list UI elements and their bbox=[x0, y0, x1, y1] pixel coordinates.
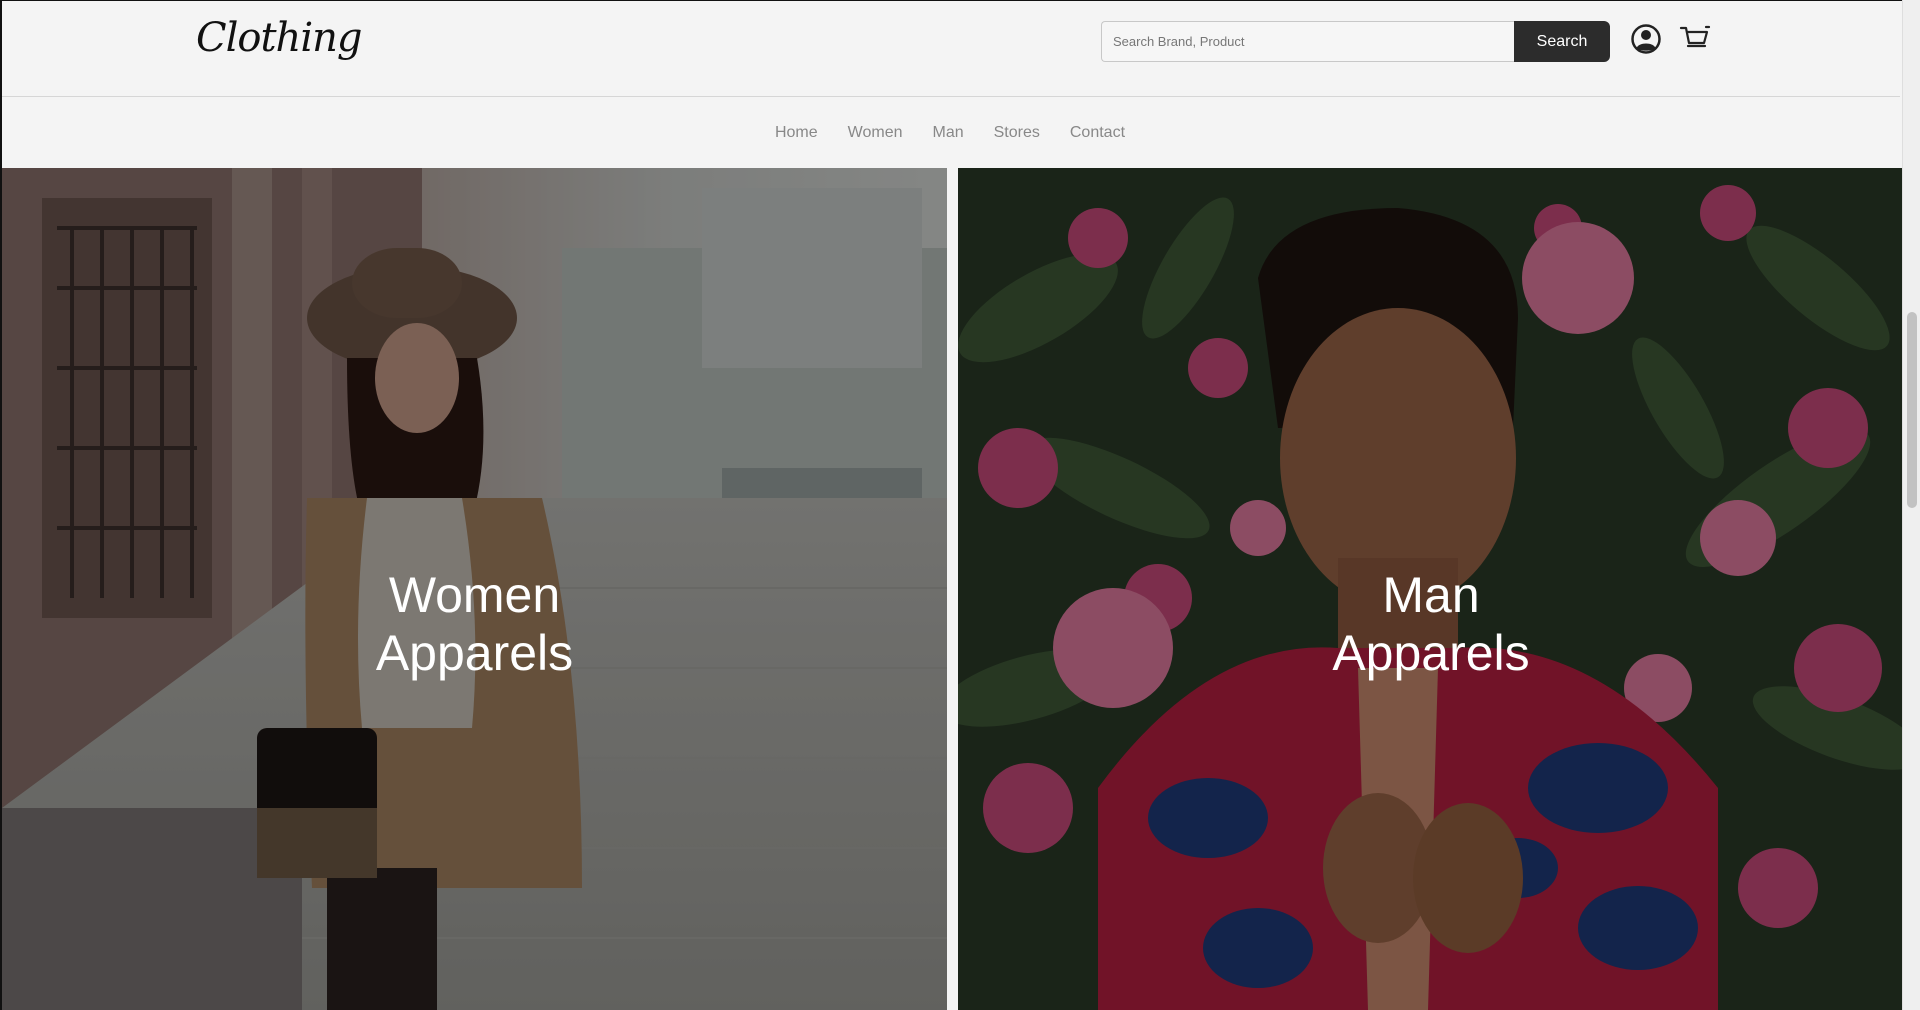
nav-item-contact[interactable]: Contact bbox=[1055, 124, 1140, 142]
man-title-line1: Man bbox=[1382, 567, 1480, 623]
nav-list: Home Women Man Stores Contact bbox=[760, 124, 1140, 142]
site-logo[interactable]: Clothing bbox=[196, 15, 362, 61]
nav-item-home[interactable]: Home bbox=[760, 124, 833, 142]
search-input[interactable] bbox=[1101, 21, 1514, 62]
page-scrollbar[interactable] bbox=[1902, 0, 1920, 1010]
man-apparels-panel[interactable]: Man Apparels bbox=[958, 168, 1904, 1010]
shopping-cart-icon-graphic bbox=[1679, 25, 1711, 48]
window-left-border bbox=[0, 0, 2, 1010]
man-title-line2: Apparels bbox=[1332, 625, 1530, 681]
search-bar: Search bbox=[1101, 21, 1610, 62]
user-account-icon-graphic bbox=[1631, 24, 1661, 54]
shopping-cart-icon[interactable] bbox=[1677, 21, 1713, 57]
nav-item-women[interactable]: Women bbox=[833, 124, 918, 142]
women-apparels-title[interactable]: Women Apparels bbox=[2, 566, 947, 682]
women-title-line1: Women bbox=[388, 567, 561, 623]
user-account-icon[interactable] bbox=[1628, 21, 1664, 57]
main-navigation: Home Women Man Stores Contact bbox=[0, 98, 1900, 168]
search-button[interactable]: Search bbox=[1514, 21, 1610, 62]
site-header: Clothing Search bbox=[0, 1, 1900, 97]
hero-category-panels: Women Apparels Man Apparels bbox=[2, 168, 1904, 1010]
nav-item-stores[interactable]: Stores bbox=[979, 124, 1055, 142]
scrollbar-thumb[interactable] bbox=[1907, 312, 1917, 508]
page: Clothing Search Home Women Man Store bbox=[0, 0, 1920, 1010]
women-title-line2: Apparels bbox=[375, 625, 574, 681]
women-apparels-panel[interactable]: Women Apparels bbox=[2, 168, 947, 1010]
man-apparels-title[interactable]: Man Apparels bbox=[958, 566, 1904, 682]
nav-item-man[interactable]: Man bbox=[918, 124, 979, 142]
